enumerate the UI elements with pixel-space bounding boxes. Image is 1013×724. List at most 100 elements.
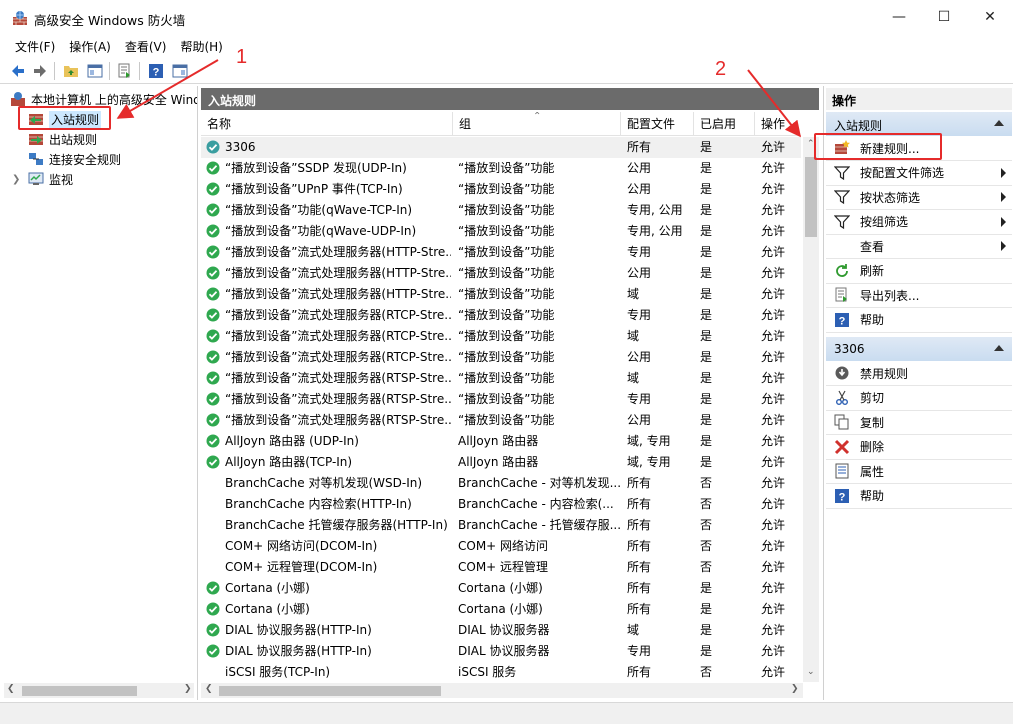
action-item[interactable]: 复制: [826, 410, 1012, 434]
action-item[interactable]: ? 帮助: [826, 484, 1012, 508]
column-header-enabled[interactable]: 已启用: [694, 112, 755, 136]
rule-enabled-check-icon: [206, 224, 220, 238]
scrollbar-thumb[interactable]: [805, 157, 817, 237]
menu-view[interactable]: 查看(V): [118, 36, 174, 56]
table-row[interactable]: 3306 所有 是 允许: [201, 137, 801, 158]
back-button[interactable]: [8, 61, 28, 81]
action-pane-button[interactable]: [170, 61, 190, 81]
cell-name: “播放到设备”流式处理服务器(RTCP-Stre...: [225, 350, 451, 364]
custom-rule-enabled-icon: [206, 140, 220, 154]
pane-header: 入站规则: [201, 88, 819, 110]
table-row[interactable]: “播放到设备”流式处理服务器(RTCP-Stre... “播放到设备”功能 域 是 允许: [201, 326, 801, 347]
actions-section-selected-rule[interactable]: 3306: [826, 337, 1012, 361]
table-row[interactable]: “播放到设备”流式处理服务器(RTSP-Stre... “播放到设备”功能 公用 是 允…: [201, 410, 801, 431]
show-hide-tree-button[interactable]: [85, 61, 105, 81]
menu-help[interactable]: 帮助(H): [173, 36, 229, 56]
scroll-right-icon[interactable]: ❯: [791, 684, 799, 694]
table-row[interactable]: “播放到设备”流式处理服务器(RTSP-Stre... “播放到设备”功能 专用 是 允…: [201, 389, 801, 410]
tree-item-connection-security-rules[interactable]: 连接安全规则: [28, 149, 121, 169]
table-row[interactable]: “播放到设备”SSDP 发现(UDP-In) “播放到设备”功能 公用 是 允许: [201, 158, 801, 179]
action-item[interactable]: 按状态筛选: [826, 185, 1012, 209]
rule-enabled-check-icon: [206, 413, 220, 427]
scroll-left-icon[interactable]: ❮: [7, 684, 15, 694]
column-header-name[interactable]: 名称: [201, 112, 453, 136]
action-item[interactable]: 按组筛选: [826, 210, 1012, 234]
cell-enabled: 是: [700, 350, 713, 364]
close-button[interactable]: ✕: [967, 0, 1013, 34]
action-item[interactable]: 刷新: [826, 259, 1012, 283]
table-row[interactable]: “播放到设备”流式处理服务器(RTCP-Stre... “播放到设备”功能 专用 是 允…: [201, 305, 801, 326]
minimize-button[interactable]: —: [876, 0, 922, 34]
help-button[interactable]: ?: [146, 61, 166, 81]
table-row[interactable]: DIAL 协议服务器(HTTP-In) DIAL 协议服务器 专用 是 允许: [201, 641, 801, 662]
table-row[interactable]: “播放到设备”功能(qWave-UDP-In) “播放到设备”功能 专用, 公用 是 允…: [201, 221, 801, 242]
scrollbar-thumb[interactable]: [22, 686, 137, 696]
collapse-caret-icon[interactable]: [994, 345, 1004, 351]
table-row[interactable]: “播放到设备”流式处理服务器(HTTP-Stre... “播放到设备”功能 公用 是 允…: [201, 263, 801, 284]
scroll-right-icon[interactable]: ❯: [184, 684, 192, 694]
cell-group: Cortana (小娜): [458, 602, 543, 616]
table-row[interactable]: Cortana (小娜) Cortana (小娜) 所有 是 允许: [201, 578, 801, 599]
cell-enabled: 是: [700, 245, 713, 259]
action-item[interactable]: 按配置文件筛选: [826, 161, 1012, 185]
table-row[interactable]: BranchCache 对等机发现(WSD-In) BranchCache - 对…: [201, 473, 801, 494]
action-item[interactable]: 剪切: [826, 386, 1012, 410]
forward-button[interactable]: [30, 61, 50, 81]
column-header-group[interactable]: 组 ⌃: [453, 112, 621, 136]
table-row[interactable]: COM+ 远程管理(DCOM-In) COM+ 远程管理 所有 否 允许: [201, 557, 801, 578]
cell-name: BranchCache 托管缓存服务器(HTTP-In): [225, 518, 448, 532]
list-vertical-scrollbar[interactable]: ⌃ ⌄: [803, 137, 819, 682]
cell-action: 允许: [761, 455, 786, 469]
cell-action: 允许: [761, 560, 786, 574]
table-row[interactable]: iSCSI 服务(TCP-In) iSCSI 服务 所有 否 允许: [201, 662, 801, 682]
scroll-down-icon[interactable]: ⌄: [807, 667, 815, 677]
expand-chevron-icon[interactable]: ❯: [12, 174, 24, 185]
action-item[interactable]: 导出列表...: [826, 283, 1012, 307]
collapse-caret-icon[interactable]: [994, 120, 1004, 126]
maximize-button[interactable]: ☐: [921, 0, 967, 34]
cell-enabled: 否: [700, 665, 713, 679]
action-item[interactable]: 属性: [826, 459, 1012, 483]
menu-action[interactable]: 操作(A): [62, 36, 118, 56]
tree-horizontal-scrollbar[interactable]: ❮ ❯: [4, 683, 194, 698]
table-row[interactable]: AllJoyn 路由器 (UDP-In) AllJoyn 路由器 域, 专用 是 允许: [201, 431, 801, 452]
action-item[interactable]: 查看: [826, 234, 1012, 258]
table-row[interactable]: “播放到设备”流式处理服务器(HTTP-Stre... “播放到设备”功能 专用 是 允…: [201, 242, 801, 263]
cell-enabled: 否: [700, 476, 713, 490]
action-item-label: 复制: [860, 415, 885, 430]
table-row[interactable]: DIAL 协议服务器(HTTP-In) DIAL 协议服务器 域 是 允许: [201, 620, 801, 641]
action-item[interactable]: 删除: [826, 435, 1012, 459]
section-title: 入站规则: [834, 119, 883, 133]
table-row[interactable]: “播放到设备”功能(qWave-TCP-In) “播放到设备”功能 专用, 公用 是 允…: [201, 200, 801, 221]
table-row[interactable]: “播放到设备”UPnP 事件(TCP-In) “播放到设备”功能 公用 是 允许: [201, 179, 801, 200]
action-item-label: 属性: [860, 464, 885, 479]
cell-enabled: 是: [700, 287, 713, 301]
table-row[interactable]: “播放到设备”流式处理服务器(HTTP-Stre... “播放到设备”功能 域 是 允许: [201, 284, 801, 305]
table-row[interactable]: AllJoyn 路由器(TCP-In) AllJoyn 路由器 域, 专用 是 允许: [201, 452, 801, 473]
table-row[interactable]: BranchCache 托管缓存服务器(HTTP-In) BranchCache …: [201, 515, 801, 536]
scrollbar-thumb[interactable]: [219, 686, 441, 696]
action-item-label: 删除: [860, 440, 885, 454]
tree-item-monitoring[interactable]: ❯ 监视: [12, 169, 73, 189]
cell-name: “播放到设备”流式处理服务器(RTCP-Stre...: [225, 329, 451, 343]
table-row[interactable]: BranchCache 内容检索(HTTP-In) BranchCache - 内…: [201, 494, 801, 515]
cut-icon: [836, 390, 848, 405]
menu-file[interactable]: 文件(F): [8, 36, 62, 56]
list-horizontal-scrollbar[interactable]: ❮ ❯: [201, 683, 803, 698]
table-row[interactable]: COM+ 网络访问(DCOM-In) COM+ 网络访问 所有 否 允许: [201, 536, 801, 557]
scroll-left-icon[interactable]: ❮: [205, 684, 213, 694]
cell-action: 允许: [761, 329, 786, 343]
cell-group: iSCSI 服务: [458, 665, 517, 679]
action-item[interactable]: ? 帮助: [826, 308, 1012, 332]
column-header-profile[interactable]: 配置文件: [621, 112, 694, 136]
column-header-action[interactable]: 操作: [755, 112, 801, 136]
cell-enabled: 是: [700, 434, 713, 448]
tree-item-outbound-rules[interactable]: 出站规则: [28, 129, 97, 149]
export-list-button[interactable]: [115, 61, 135, 81]
up-button[interactable]: [61, 61, 81, 81]
table-row[interactable]: “播放到设备”流式处理服务器(RTCP-Stre... “播放到设备”功能 公用 是 允…: [201, 347, 801, 368]
action-item[interactable]: 禁用规则: [826, 361, 1012, 385]
cell-name: DIAL 协议服务器(HTTP-In): [225, 623, 372, 637]
table-row[interactable]: “播放到设备”流式处理服务器(RTSP-Stre... “播放到设备”功能 域 是 允许: [201, 368, 801, 389]
table-row[interactable]: Cortana (小娜) Cortana (小娜) 所有 是 允许: [201, 599, 801, 620]
